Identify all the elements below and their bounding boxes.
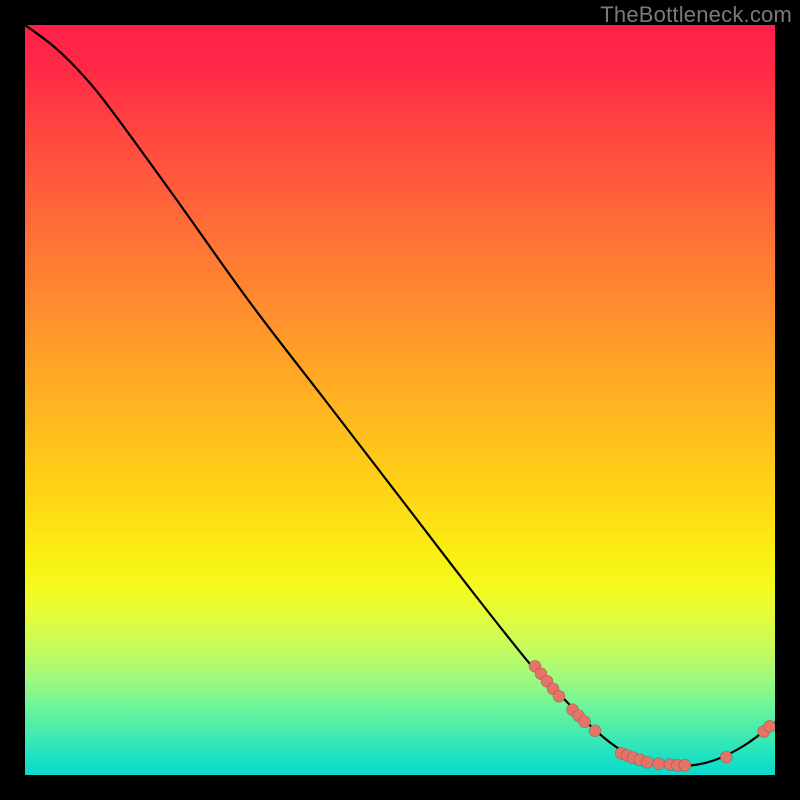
gradient-background <box>25 25 775 775</box>
plot-area <box>25 25 775 775</box>
chart-stage: TheBottleneck.com <box>0 0 800 800</box>
